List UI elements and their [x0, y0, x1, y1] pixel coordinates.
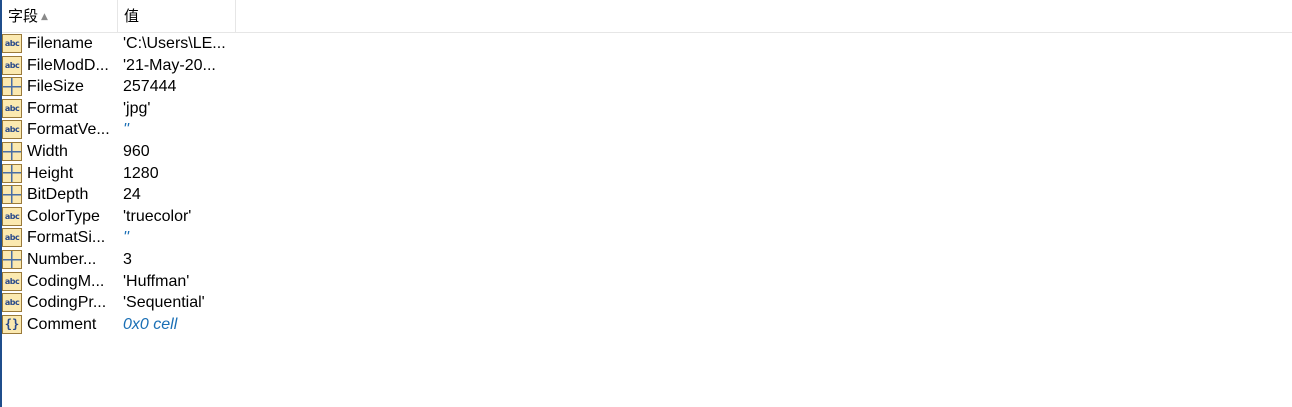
numeric-type-icon	[2, 163, 22, 183]
char-type-icon: abc	[2, 271, 22, 291]
table-row[interactable]: BitDepth 24	[2, 184, 242, 206]
field-value[interactable]: 24	[123, 184, 141, 206]
numeric-type-icon	[2, 185, 22, 205]
table-row[interactable]: FileSize 257444	[2, 76, 242, 98]
field-value[interactable]: ''	[123, 227, 129, 249]
field-name[interactable]: Filename	[27, 33, 93, 55]
table-row[interactable]: abc Format 'jpg'	[2, 98, 242, 120]
field-value[interactable]: 'jpg'	[123, 98, 150, 120]
table-row[interactable]: abc Filename 'C:\Users\LE...	[2, 33, 242, 55]
char-type-icon: abc	[2, 98, 22, 118]
field-value[interactable]: 257444	[123, 76, 176, 98]
char-type-icon: abc	[2, 120, 22, 140]
struct-variable-editor: 字段 ▲ 值 abc Filename 'C:\Users\LE... abc FileM…	[0, 0, 1292, 407]
cell-type-icon: {}	[2, 314, 22, 334]
field-value[interactable]: 'C:\Users\LE...	[123, 33, 226, 55]
field-value[interactable]: 960	[123, 141, 150, 163]
table-row[interactable]: abc FormatSi... ''	[2, 227, 242, 249]
field-value[interactable]: 'truecolor'	[123, 206, 191, 228]
table-row[interactable]: abc FileModD... '21-May-20...	[2, 55, 242, 77]
field-value[interactable]: ''	[123, 119, 129, 141]
sort-ascending-icon: ▲	[41, 12, 48, 22]
field-name[interactable]: Comment	[27, 314, 96, 336]
field-name[interactable]: Number...	[27, 249, 96, 271]
field-name[interactable]: FormatSi...	[27, 227, 105, 249]
field-value[interactable]: 3	[123, 249, 132, 271]
column-header-value-label: 值	[124, 7, 140, 25]
table-row[interactable]: abc ColorType 'truecolor'	[2, 206, 242, 228]
field-name[interactable]: CodingM...	[27, 271, 104, 293]
char-type-icon: abc	[2, 34, 22, 53]
field-name[interactable]: FormatVe...	[27, 119, 110, 141]
table-row[interactable]: abc CodingPr... 'Sequential'	[2, 292, 242, 314]
table-row[interactable]: abc FormatVe... ''	[2, 119, 242, 141]
table-row[interactable]: {} Comment 0x0 cell	[2, 314, 242, 336]
column-header-field[interactable]: 字段 ▲	[2, 0, 118, 32]
field-name[interactable]: ColorType	[27, 206, 100, 228]
numeric-type-icon	[2, 141, 22, 161]
field-value[interactable]: 0x0 cell	[123, 314, 177, 336]
char-type-icon: abc	[2, 293, 22, 313]
table-row[interactable]: Width 960	[2, 141, 242, 163]
numeric-type-icon	[2, 249, 22, 269]
field-value[interactable]: 'Sequential'	[123, 292, 205, 314]
table-header: 字段 ▲ 值	[2, 0, 1292, 33]
field-name[interactable]: Width	[27, 141, 68, 163]
column-header-field-label: 字段	[8, 7, 39, 25]
table-row[interactable]: Number... 3	[2, 249, 242, 271]
char-type-icon: abc	[2, 55, 22, 75]
table-row[interactable]: abc CodingM... 'Huffman'	[2, 271, 242, 293]
field-name[interactable]: FileModD...	[27, 55, 109, 77]
char-type-icon: abc	[2, 206, 22, 226]
table-row[interactable]: Height 1280	[2, 163, 242, 185]
field-value[interactable]: 1280	[123, 163, 159, 185]
field-list: abc Filename 'C:\Users\LE... abc FileModD...…	[2, 33, 242, 335]
field-name[interactable]: BitDepth	[27, 184, 88, 206]
numeric-type-icon	[2, 77, 22, 97]
field-name[interactable]: CodingPr...	[27, 292, 106, 314]
field-value[interactable]: '21-May-20...	[123, 55, 216, 77]
column-header-value[interactable]: 值	[118, 0, 236, 32]
field-name[interactable]: FileSize	[27, 76, 84, 98]
char-type-icon: abc	[2, 228, 22, 248]
field-value[interactable]: 'Huffman'	[123, 271, 189, 293]
field-name[interactable]: Height	[27, 163, 73, 185]
field-name[interactable]: Format	[27, 98, 78, 120]
